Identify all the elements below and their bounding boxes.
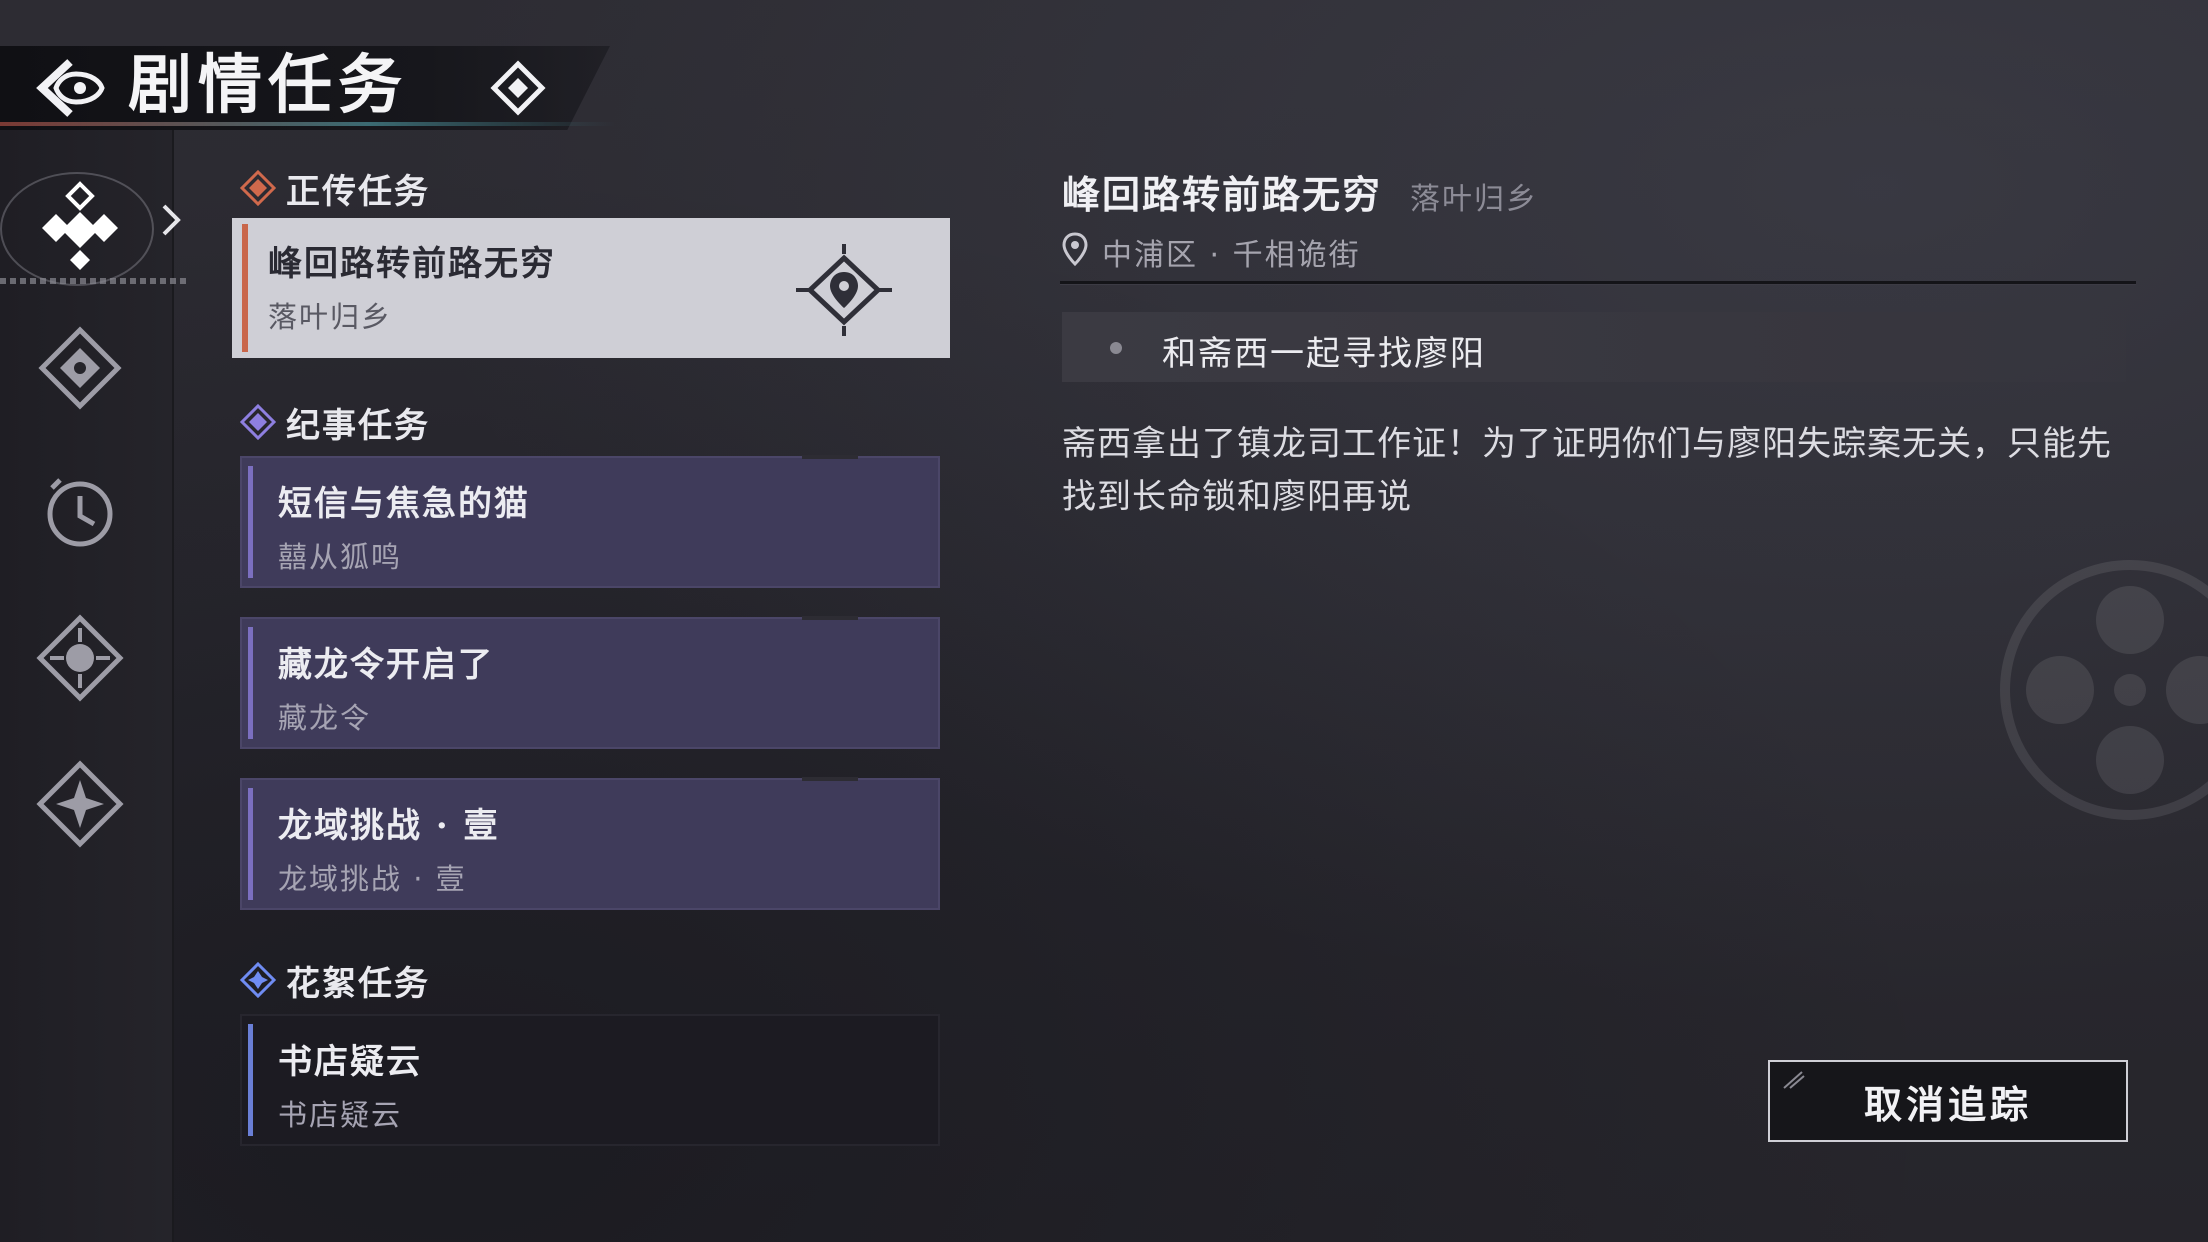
quest-title: 龙域挑战 · 壹 [278, 806, 500, 846]
card-accent [248, 788, 253, 900]
story-section-icon [240, 170, 276, 206]
card-accent [242, 224, 248, 352]
section-label-side: 花絮任务 [286, 963, 430, 1004]
detail-description: 斋西拿出了镇龙司工作证！为了证明你们与廖阳失踪案无关，只能先找到长命锁和廖阳再说 [1062, 424, 2112, 517]
story-quests-icon[interactable] [30, 176, 130, 276]
clock-icon[interactable] [30, 462, 130, 562]
quest-title: 峰回路转前路无穷 [268, 244, 556, 284]
section-label-chronicle: 纪事任务 [286, 405, 430, 446]
quest-card-chronicle-1[interactable]: 藏龙令开启了 藏龙令 [240, 616, 940, 749]
card-accent [248, 466, 253, 578]
button-corner-deco [1783, 1071, 1805, 1089]
card-edge-notch [802, 455, 858, 459]
objective-text: 和斋西一起寻找廖阳 [1162, 334, 1486, 374]
quest-subtitle: 龙域挑战 · 壹 [278, 862, 467, 896]
quest-card-chronicle-0[interactable]: 短信与焦急的猫 囍从狐鸣 [240, 455, 940, 588]
detail-subtitle: 落叶归乡 [1410, 182, 1538, 217]
section-chronicle: 纪事任务 [240, 400, 430, 446]
quest-title: 藏龙令开启了 [278, 645, 494, 685]
card-edge-notch [802, 616, 858, 620]
section-side: 花絮任务 [240, 958, 430, 1004]
chronicle-section-icon [240, 404, 276, 440]
quest-subtitle: 囍从狐鸣 [278, 540, 403, 574]
quest-card-side-0[interactable]: 书店疑云 书店疑云 [240, 1014, 940, 1146]
section-story: 正传任务 [240, 166, 430, 212]
quest-title: 短信与焦急的猫 [278, 484, 530, 524]
card-accent [248, 1024, 253, 1136]
chronicle-quests-icon[interactable] [30, 318, 130, 418]
card-accent [248, 627, 253, 739]
page-title: 剧情任务 [128, 48, 408, 123]
quest-card-chronicle-2[interactable]: 龙域挑战 · 壹 龙域挑战 · 壹 [240, 777, 940, 910]
quest-subtitle: 书店疑云 [278, 1098, 403, 1132]
quest-title: 书店疑云 [278, 1042, 422, 1082]
diamond-icon[interactable] [490, 60, 546, 116]
objective-bullet [1110, 342, 1122, 354]
side-section-icon [240, 962, 276, 998]
active-category-bar [0, 278, 186, 284]
chevron-right-icon [162, 204, 181, 236]
compass-diamond-icon[interactable] [30, 608, 130, 708]
tracking-marker-icon [796, 244, 892, 336]
location-pin-icon [1062, 232, 1088, 266]
cancel-tracking-label: 取消追踪 [1863, 1081, 2032, 1127]
back-arrow-icon[interactable] [36, 56, 108, 120]
quest-subtitle: 落叶归乡 [268, 300, 393, 334]
objective-row: 和斋西一起寻找廖阳 [1062, 312, 2126, 382]
quest-card-story-0[interactable]: 峰回路转前路无穷 落叶归乡 [232, 218, 950, 358]
section-label-story: 正传任务 [286, 171, 430, 212]
card-edge-notch [802, 777, 858, 781]
detail-title: 峰回路转前路无穷 [1062, 172, 1383, 217]
detail-location: 中浦区 · 千相诡街 [1102, 238, 1361, 273]
cancel-tracking-button[interactable]: 取消追踪 [1768, 1060, 2128, 1142]
star-diamond-icon[interactable] [30, 754, 130, 854]
detail-divider-highlight [1060, 284, 2136, 285]
quest-subtitle: 藏龙令 [278, 701, 372, 735]
